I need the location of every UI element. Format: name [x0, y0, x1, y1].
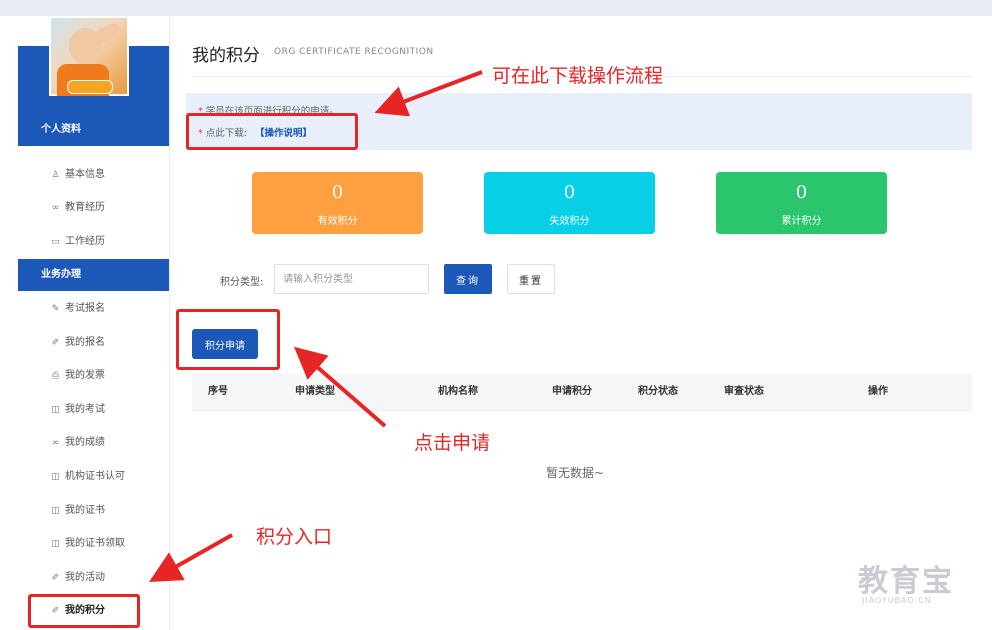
annotation-entry-hint: 积分入口: [256, 526, 333, 548]
annotation-arrows: [149, 70, 483, 582]
annotation-apply-hint: 点击申请: [414, 432, 491, 454]
arrow-to-download: [374, 70, 483, 117]
annotation-download-hint: 可在此下载操作流程: [492, 65, 664, 87]
watermark-main: 教育宝: [858, 564, 954, 599]
arrow-to-entry: [149, 533, 233, 582]
arrow-to-apply: [293, 346, 387, 428]
watermark: 教育宝 JIAOYUBAO.CN: [858, 556, 954, 605]
